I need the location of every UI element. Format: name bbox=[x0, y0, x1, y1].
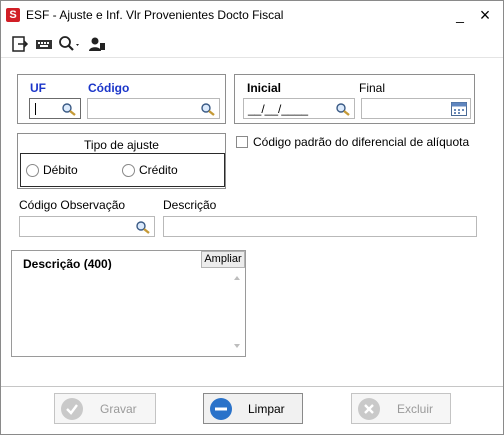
codigo-padrao-label: Código padrão do diferencial de alíquota bbox=[253, 135, 470, 149]
minus-icon bbox=[210, 398, 232, 420]
codigo-field[interactable] bbox=[87, 98, 220, 119]
codigo-observacao-field[interactable] bbox=[19, 216, 155, 237]
calendar-icon[interactable] bbox=[451, 102, 467, 116]
limpar-button[interactable]: Limpar bbox=[203, 393, 303, 424]
x-icon bbox=[358, 398, 380, 420]
excluir-label: Excluir bbox=[397, 402, 434, 416]
search-icon[interactable] bbox=[200, 102, 216, 116]
text-cursor bbox=[35, 103, 36, 115]
search-icon[interactable] bbox=[135, 220, 151, 234]
gravar-button[interactable]: Gravar bbox=[54, 393, 156, 424]
codigo-padrao-checkbox[interactable] bbox=[236, 136, 248, 148]
descricao-400-textarea[interactable] bbox=[12, 270, 245, 356]
exit-icon[interactable] bbox=[11, 35, 29, 53]
keyboard-icon[interactable] bbox=[35, 35, 53, 53]
codigo-observacao-label: Código Observação bbox=[19, 198, 126, 212]
scroll-down-icon[interactable] bbox=[234, 344, 240, 348]
inicial-label: Inicial bbox=[247, 81, 282, 95]
descricao-field[interactable] bbox=[163, 216, 477, 237]
textarea-scrollbar[interactable] bbox=[230, 270, 245, 356]
debito-radio[interactable] bbox=[26, 164, 39, 177]
excluir-button[interactable]: Excluir bbox=[351, 393, 451, 424]
uf-field[interactable] bbox=[29, 98, 81, 119]
minimize-button[interactable]: _ bbox=[450, 5, 470, 25]
final-date-field[interactable] bbox=[361, 98, 471, 119]
search-icon[interactable] bbox=[61, 102, 77, 116]
inicial-date-field[interactable]: __/__/____ bbox=[243, 98, 355, 119]
close-button[interactable]: × bbox=[475, 5, 495, 25]
gravar-label: Gravar bbox=[100, 402, 137, 416]
check-icon bbox=[61, 398, 83, 420]
title-bar: S ESF - Ajuste e Inf. Vlr Provenientes D… bbox=[1, 1, 503, 29]
limpar-label: Limpar bbox=[248, 402, 285, 416]
search-dropdown-icon[interactable] bbox=[58, 35, 82, 53]
window-title: ESF - Ajuste e Inf. Vlr Provenientes Doc… bbox=[26, 8, 284, 22]
codigo-label: Código bbox=[88, 81, 130, 95]
tipo-ajuste-label: Tipo de ajuste bbox=[84, 138, 159, 152]
credito-radio[interactable] bbox=[122, 164, 135, 177]
ampliar-button[interactable]: Ampliar bbox=[201, 251, 245, 268]
final-label: Final bbox=[359, 81, 386, 95]
inicial-date-value: __/__/____ bbox=[248, 102, 309, 116]
descricao-label: Descrição bbox=[163, 198, 217, 212]
search-icon[interactable] bbox=[335, 102, 351, 116]
toolbar bbox=[1, 30, 503, 58]
debito-label: Débito bbox=[43, 163, 78, 177]
descricao-400-label: Descrição (400) bbox=[23, 257, 112, 271]
user-icon[interactable] bbox=[88, 35, 106, 53]
scroll-up-icon[interactable] bbox=[234, 276, 240, 280]
app-logo-icon: S bbox=[6, 8, 20, 22]
uf-label: UF bbox=[30, 81, 46, 95]
credito-label: Crédito bbox=[139, 163, 178, 177]
